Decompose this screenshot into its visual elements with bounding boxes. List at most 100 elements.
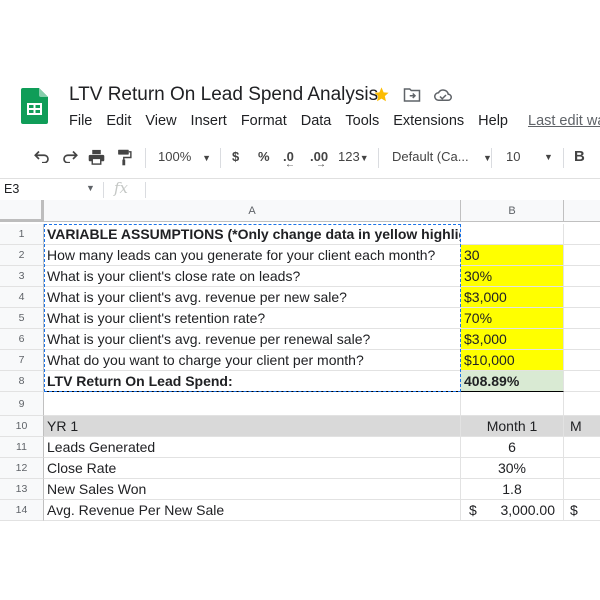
menu-view[interactable]: View [145, 113, 176, 129]
cell-c10[interactable]: M [564, 416, 600, 437]
chevron-down-icon[interactable]: ▼ [86, 183, 95, 193]
cell-c11[interactable] [564, 437, 600, 458]
row-number[interactable]: 1 [0, 224, 44, 245]
more-formats-button[interactable]: 123▼ [338, 149, 369, 164]
cell-b12[interactable]: 30% [461, 458, 564, 479]
row-number[interactable]: 13 [0, 479, 44, 500]
cell-b13[interactable]: 1.8 [461, 479, 564, 500]
formula-bar: E3 ▼ fx [0, 178, 600, 201]
cell-a14[interactable]: Avg. Revenue Per New Sale [44, 500, 461, 521]
row-number[interactable]: 4 [0, 287, 44, 308]
cell-b5[interactable]: 70% [461, 308, 564, 329]
cell-a12[interactable]: Close Rate [44, 458, 461, 479]
cell-b14[interactable]: $ 3,000.00 [461, 500, 564, 521]
cloud-saved-icon[interactable] [434, 88, 452, 102]
move-to-folder-icon[interactable] [403, 87, 421, 103]
row-number[interactable]: 6 [0, 329, 44, 350]
document-title[interactable]: LTV Return On Lead Spend Analysis [69, 84, 378, 106]
menu-format[interactable]: Format [241, 113, 287, 129]
cell-b9[interactable] [461, 392, 564, 416]
cell-a13[interactable]: New Sales Won [44, 479, 461, 500]
row-number[interactable]: 11 [0, 437, 44, 458]
print-icon[interactable] [88, 149, 105, 168]
table-row: 2 How many leads can you generate for yo… [0, 245, 600, 266]
cell-b7[interactable]: $10,000 [461, 350, 564, 371]
row-number[interactable]: 14 [0, 500, 44, 521]
column-header-c[interactable] [564, 200, 600, 222]
paint-format-icon[interactable] [117, 149, 132, 169]
last-edit-link[interactable]: Last edit wa [528, 113, 600, 129]
cell-c12[interactable] [564, 458, 600, 479]
cell-a4[interactable]: What is your client's avg. revenue per n… [44, 287, 461, 308]
star-icon[interactable] [373, 86, 390, 103]
cell-a5[interactable]: What is your client's retention rate? [44, 308, 461, 329]
cell-b6[interactable]: $3,000 [461, 329, 564, 350]
row-number[interactable]: 9 [0, 392, 44, 416]
decrease-decimal-button[interactable]: .0 ← [283, 149, 295, 170]
column-header-a[interactable]: A [44, 200, 461, 222]
menu-insert[interactable]: Insert [191, 113, 227, 129]
redo-icon[interactable] [61, 149, 79, 166]
table-row: 8 LTV Return On Lead Spend: 408.89% [0, 371, 600, 392]
menu-bar: File Edit View Insert Format Data Tools … [69, 113, 600, 129]
cell-c14[interactable]: $ [564, 500, 600, 521]
cell-a3[interactable]: What is your client's close rate on lead… [44, 266, 461, 287]
row-number[interactable]: 12 [0, 458, 44, 479]
cell-c6[interactable] [564, 329, 600, 350]
cell-b10[interactable]: Month 1 [461, 416, 564, 437]
cell-b3[interactable]: 30% [461, 266, 564, 287]
cell-a6[interactable]: What is your client's avg. revenue per r… [44, 329, 461, 350]
percent-format-button[interactable]: % [258, 149, 270, 164]
cell-a2[interactable]: How many leads can you generate for your… [44, 245, 461, 266]
cell-a10[interactable]: YR 1 [44, 416, 461, 437]
chevron-down-icon[interactable]: ▼ [544, 152, 553, 162]
column-header-b[interactable]: B [461, 200, 564, 222]
cell-c2[interactable] [564, 245, 600, 266]
menu-extensions[interactable]: Extensions [393, 113, 464, 129]
menu-edit[interactable]: Edit [106, 113, 131, 129]
table-row: 1 VARIABLE ASSUMPTIONS (*Only change dat… [0, 224, 600, 245]
menu-help[interactable]: Help [478, 113, 508, 129]
cell-a8[interactable]: LTV Return On Lead Spend: [44, 371, 461, 392]
cell-c9[interactable] [564, 392, 600, 416]
cell-c5[interactable] [564, 308, 600, 329]
table-row: 12 Close Rate 30% [0, 458, 600, 479]
google-sheets-logo-icon[interactable] [21, 88, 48, 124]
undo-icon[interactable] [33, 149, 51, 166]
cell-b4[interactable]: $3,000 [461, 287, 564, 308]
cell-c4[interactable] [564, 287, 600, 308]
row-number[interactable]: 2 [0, 245, 44, 266]
menu-data[interactable]: Data [301, 113, 332, 129]
cell-a7[interactable]: What do you want to charge your client p… [44, 350, 461, 371]
font-size-select[interactable]: 10 [506, 149, 520, 164]
cell-c7[interactable] [564, 350, 600, 371]
zoom-select[interactable]: 100% ▼ [158, 149, 211, 164]
cell-a9[interactable] [44, 392, 461, 416]
cell-b2[interactable]: 30 [461, 245, 564, 266]
name-box[interactable]: E3 [4, 182, 19, 196]
cell-a1[interactable]: VARIABLE ASSUMPTIONS (*Only change data … [44, 224, 461, 245]
cell-b11[interactable]: 6 [461, 437, 564, 458]
toolbar: 100% ▼ $ % .0 ← .00 → 123▼ Default (Ca... … [0, 143, 600, 173]
cell-b1[interactable] [461, 224, 564, 245]
increase-decimal-button[interactable]: .00 → [310, 149, 328, 170]
select-all-corner[interactable] [0, 200, 44, 222]
table-row: 14 Avg. Revenue Per New Sale $ 3,000.00 … [0, 500, 600, 521]
bold-button[interactable]: B [574, 148, 585, 165]
row-number[interactable]: 10 [0, 416, 44, 437]
row-number[interactable]: 5 [0, 308, 44, 329]
currency-format-button[interactable]: $ [232, 149, 239, 164]
menu-tools[interactable]: Tools [345, 113, 379, 129]
row-number[interactable]: 8 [0, 371, 44, 392]
cell-c8[interactable] [564, 371, 600, 392]
cell-b8[interactable]: 408.89% [461, 371, 564, 392]
cell-a11[interactable]: Leads Generated [44, 437, 461, 458]
row-number[interactable]: 3 [0, 266, 44, 287]
table-row: 7 What do you want to charge your client… [0, 350, 600, 371]
row-number[interactable]: 7 [0, 350, 44, 371]
cell-c13[interactable] [564, 479, 600, 500]
menu-file[interactable]: File [69, 113, 92, 129]
font-select[interactable]: Default (Ca... ▼ [392, 149, 492, 164]
cell-c3[interactable] [564, 266, 600, 287]
cell-c1[interactable] [564, 224, 600, 245]
